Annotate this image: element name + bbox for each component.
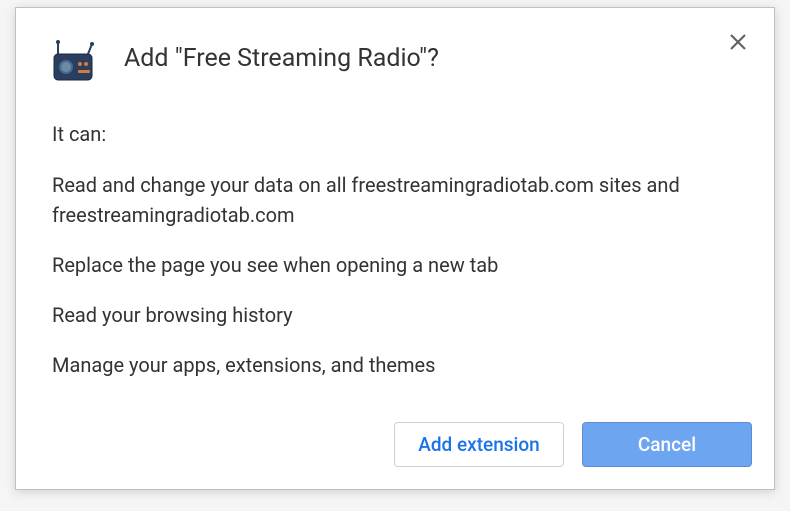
dialog-footer: Add extension Cancel bbox=[16, 410, 774, 489]
extension-install-dialog: Add "Free Streaming Radio"? It can: Read… bbox=[15, 7, 775, 490]
permission-item: Read your browsing history bbox=[52, 300, 738, 330]
extension-icon bbox=[52, 40, 96, 84]
permission-item: Manage your apps, extensions, and themes bbox=[52, 350, 738, 380]
cancel-button[interactable]: Cancel bbox=[582, 422, 752, 467]
add-extension-button[interactable]: Add extension bbox=[394, 422, 564, 467]
close-button[interactable] bbox=[726, 30, 750, 54]
dialog-body: It can: Read and change your data on all… bbox=[16, 84, 774, 410]
dialog-header: Add "Free Streaming Radio"? bbox=[16, 8, 774, 84]
permission-item: Replace the page you see when opening a … bbox=[52, 250, 738, 280]
permission-item: Read and change your data on all freestr… bbox=[52, 170, 738, 230]
close-icon bbox=[729, 33, 747, 51]
dialog-title: Add "Free Streaming Radio"? bbox=[124, 38, 439, 76]
permissions-intro: It can: bbox=[52, 122, 738, 146]
